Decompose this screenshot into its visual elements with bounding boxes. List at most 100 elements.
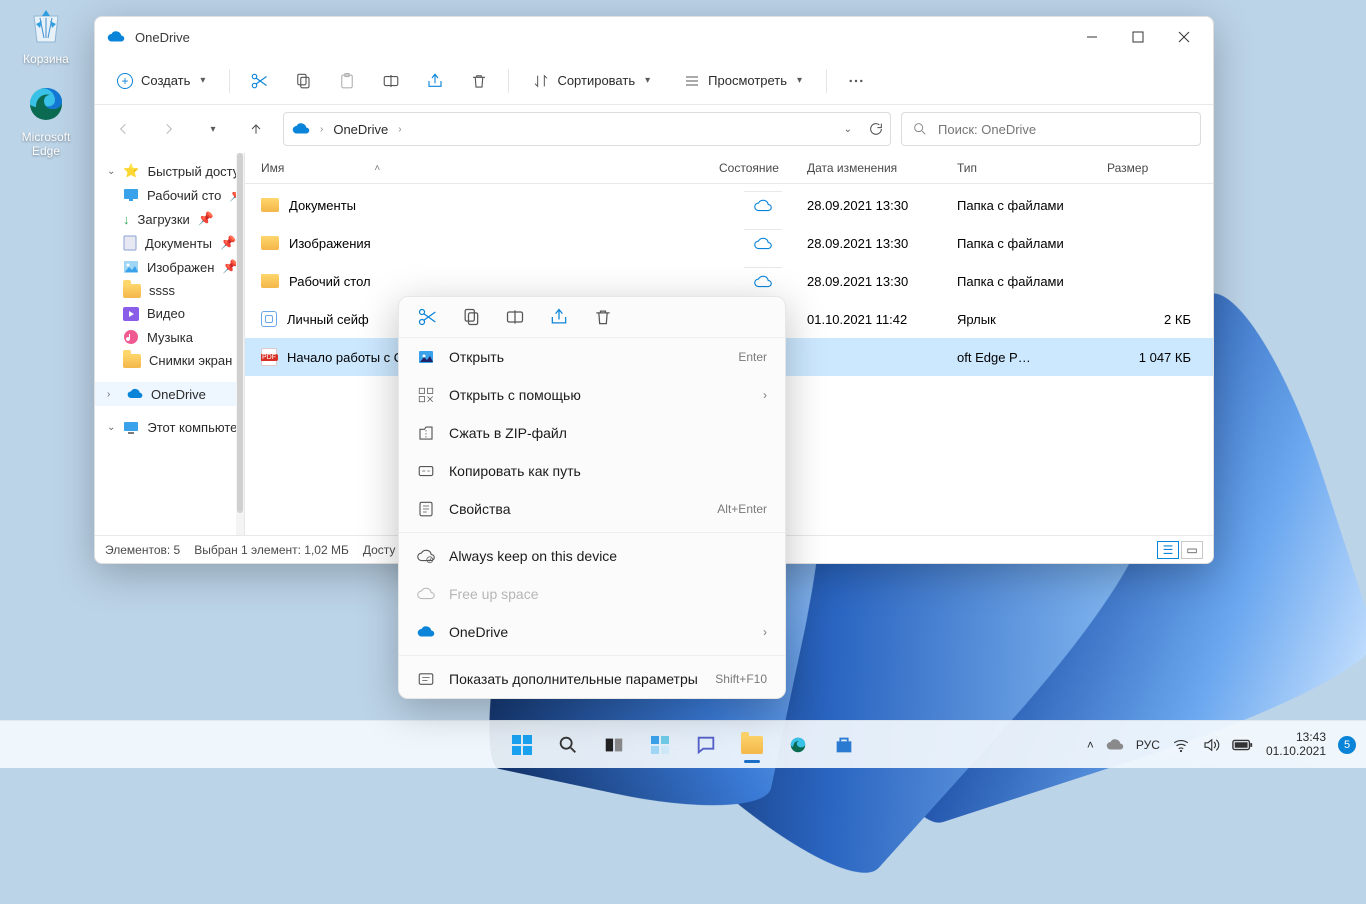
- tray-notifications[interactable]: 5: [1338, 736, 1356, 754]
- table-row[interactable]: Документы28.09.2021 13:30Папка с файлами: [245, 186, 1213, 224]
- nav-row: ▾ › OneDrive › ⌄: [95, 105, 1213, 153]
- maximize-button[interactable]: [1115, 17, 1161, 57]
- sidebar-item-downloads[interactable]: ↓Загрузки📌: [95, 207, 244, 231]
- column-headers[interactable]: Имя˄ Состояние Дата изменения Тип Размер: [245, 153, 1213, 184]
- ctx-open-with[interactable]: Открыть с помощью›: [399, 376, 785, 414]
- create-button[interactable]: +Создать▾: [107, 67, 215, 95]
- ctx-rename-button[interactable]: [505, 307, 525, 327]
- address-bar[interactable]: › OneDrive › ⌄: [283, 112, 891, 146]
- taskbar-taskview[interactable]: [594, 725, 634, 765]
- chevron-down-icon: ▾: [645, 75, 650, 86]
- ctx-compress-zip[interactable]: Сжать в ZIP-файл: [399, 414, 785, 452]
- sidebar-item-videos[interactable]: Видео: [95, 302, 244, 325]
- ctx-delete-button[interactable]: [593, 307, 613, 327]
- vault-icon: [261, 311, 277, 327]
- column-date[interactable]: Дата изменения: [807, 161, 957, 175]
- sidebar-item-quick-access[interactable]: ⌄⭐Быстрый доступ: [95, 159, 244, 183]
- ctx-open[interactable]: ОткрытьEnter: [399, 338, 785, 376]
- ctx-share-button[interactable]: [549, 307, 569, 327]
- ctx-copy-path[interactable]: Копировать как путь: [399, 452, 785, 490]
- table-row[interactable]: Рабочий стол28.09.2021 13:30Папка с файл…: [245, 262, 1213, 300]
- column-status[interactable]: Состояние: [719, 161, 807, 175]
- view-button[interactable]: Просмотреть▾: [674, 67, 812, 95]
- chevron-down-icon[interactable]: ⌄: [844, 124, 852, 135]
- copy-button[interactable]: [288, 66, 318, 96]
- pictures-icon: [123, 260, 139, 274]
- taskbar[interactable]: ˄ РУС 13:4301.10.2021 5: [0, 720, 1366, 768]
- details-view-button[interactable]: ☰: [1157, 541, 1179, 559]
- cut-button[interactable]: [244, 66, 274, 96]
- search-box[interactable]: [901, 112, 1201, 146]
- ctx-show-more[interactable]: Показать дополнительные параметрыShift+F…: [399, 660, 785, 698]
- sidebar-item-this-pc[interactable]: ⌄Этот компьютер: [95, 416, 244, 439]
- taskbar-chat[interactable]: [686, 725, 726, 765]
- paste-button[interactable]: [332, 66, 362, 96]
- refresh-button[interactable]: [868, 121, 884, 137]
- recent-button[interactable]: ▾: [195, 112, 229, 146]
- copy-path-icon: [417, 462, 435, 480]
- sidebar-item-desktop[interactable]: Рабочий сто📌: [95, 183, 244, 207]
- documents-icon: [123, 235, 137, 251]
- share-icon: [426, 72, 444, 90]
- context-menu: ОткрытьEnter Открыть с помощью› Сжать в …: [398, 296, 786, 699]
- more-button[interactable]: [841, 66, 871, 96]
- start-button[interactable]: [502, 725, 542, 765]
- back-button[interactable]: [107, 112, 141, 146]
- sidebar-scrollbar[interactable]: [236, 153, 244, 535]
- system-tray[interactable]: ˄ РУС 13:4301.10.2021 5: [1087, 731, 1356, 757]
- open-with-icon: [417, 386, 435, 404]
- breadcrumb-root[interactable]: OneDrive: [333, 122, 388, 137]
- table-row[interactable]: Изображения28.09.2021 13:30Папка с файла…: [245, 224, 1213, 262]
- column-name[interactable]: Имя: [261, 161, 284, 175]
- up-button[interactable]: [239, 112, 273, 146]
- tray-language[interactable]: РУС: [1136, 738, 1160, 752]
- sidebar-item-folder[interactable]: Снимки экран: [95, 349, 244, 372]
- tray-chevron-icon[interactable]: ˄: [1087, 738, 1094, 752]
- sidebar-item-onedrive[interactable]: ›OneDrive: [95, 382, 244, 406]
- ctx-keep-on-device[interactable]: Always keep on this device: [399, 537, 785, 575]
- tray-volume-icon[interactable]: [1202, 736, 1220, 754]
- scrollbar-thumb[interactable]: [237, 153, 243, 513]
- sidebar[interactable]: ⌄⭐Быстрый доступ Рабочий сто📌 ↓Загрузки📌…: [95, 153, 245, 535]
- taskbar-search[interactable]: [548, 725, 588, 765]
- tray-clock[interactable]: 13:4301.10.2021: [1266, 731, 1326, 757]
- sort-button[interactable]: Сортировать▾: [523, 67, 660, 95]
- chevron-right-icon: ›: [398, 124, 401, 135]
- ctx-copy-button[interactable]: [461, 307, 481, 327]
- sidebar-item-pictures[interactable]: Изображен📌: [95, 255, 244, 279]
- taskbar-store[interactable]: [824, 725, 864, 765]
- taskbar-edge[interactable]: [778, 725, 818, 765]
- status-selection: Выбран 1 элемент: 1,02 МБ: [194, 543, 349, 557]
- folder-icon: [261, 198, 279, 212]
- sidebar-item-documents[interactable]: Документы📌: [95, 231, 244, 255]
- column-type[interactable]: Тип: [957, 161, 1107, 175]
- ctx-properties[interactable]: СвойстваAlt+Enter: [399, 490, 785, 528]
- zip-icon: [417, 424, 435, 442]
- ctx-onedrive[interactable]: OneDrive›: [399, 613, 785, 651]
- tray-onedrive-icon[interactable]: [1106, 736, 1124, 754]
- video-icon: [123, 307, 139, 321]
- close-button[interactable]: [1161, 17, 1207, 57]
- tiles-view-button[interactable]: ▭: [1181, 541, 1203, 559]
- cloud-status-icon: [744, 229, 782, 257]
- ctx-cut-button[interactable]: [417, 307, 437, 327]
- titlebar[interactable]: OneDrive: [95, 17, 1213, 57]
- tray-battery-icon[interactable]: [1232, 738, 1254, 752]
- rename-button[interactable]: [376, 66, 406, 96]
- taskbar-explorer[interactable]: [732, 725, 772, 765]
- column-size[interactable]: Размер: [1107, 161, 1197, 175]
- share-button[interactable]: [420, 66, 450, 96]
- recycle-bin-icon: [24, 4, 68, 48]
- onedrive-icon: [107, 28, 125, 46]
- forward-button[interactable]: [151, 112, 185, 146]
- tray-wifi-icon[interactable]: [1172, 736, 1190, 754]
- taskbar-widgets[interactable]: [640, 725, 680, 765]
- sidebar-item-folder[interactable]: ssss: [95, 279, 244, 302]
- desktop-icon-edge[interactable]: Microsoft Edge: [8, 82, 84, 158]
- sidebar-item-music[interactable]: Музыка: [95, 325, 244, 349]
- search-input[interactable]: [936, 121, 1190, 138]
- plus-circle-icon: +: [117, 73, 133, 89]
- desktop-icon-recycle-bin[interactable]: Корзина: [8, 4, 84, 66]
- delete-button[interactable]: [464, 66, 494, 96]
- minimize-button[interactable]: [1069, 17, 1115, 57]
